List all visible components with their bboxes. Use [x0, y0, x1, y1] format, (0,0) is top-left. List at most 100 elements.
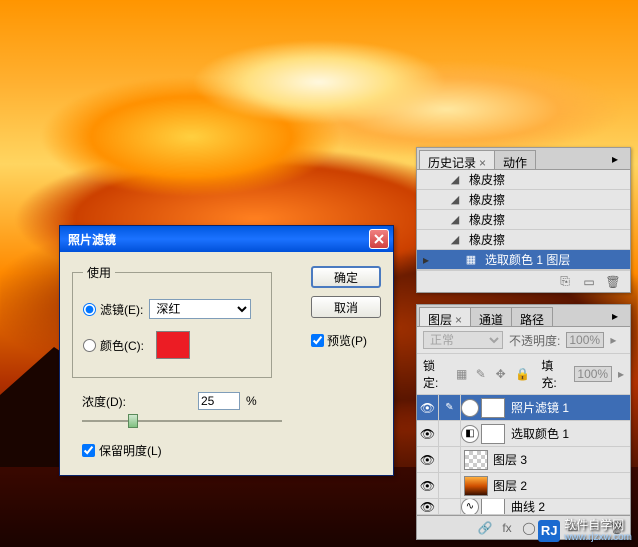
layer-name[interactable]: 照片滤镜 1 — [509, 399, 630, 416]
history-item-label: 选取颜色 1 图层 — [485, 251, 570, 268]
eye-icon: 👁 — [420, 500, 435, 514]
opacity-arrow-icon[interactable]: ▸ — [610, 333, 616, 347]
history-item-label: 橡皮擦 — [469, 171, 505, 188]
density-slider[interactable] — [82, 412, 282, 430]
lock-all-icon[interactable]: 🔒 — [515, 367, 529, 381]
opacity-label: 不透明度: — [509, 332, 560, 349]
visibility-toggle[interactable]: 👁 — [417, 421, 439, 447]
lock-label: 锁定: — [423, 357, 450, 391]
tab-layers[interactable]: 图层× — [419, 307, 471, 326]
lock-position-icon[interactable]: ✥ — [496, 367, 510, 381]
watermark-text: 软件自学网 — [564, 519, 632, 532]
tab-actions[interactable]: 动作 — [494, 150, 536, 169]
cancel-button[interactable]: 取消 — [311, 296, 381, 318]
lock-paint-icon[interactable]: ✎ — [476, 367, 490, 381]
layer-thumb[interactable] — [464, 450, 488, 470]
watermark-url: www.rjzxw.com — [564, 532, 632, 543]
eye-icon: 👁 — [420, 453, 435, 467]
history-item[interactable]: ◢橡皮擦 — [417, 230, 630, 250]
close-button[interactable] — [369, 229, 389, 249]
layer-row[interactable]: 👁 ◧ 选取颜色 1 — [417, 421, 630, 447]
layer-row[interactable]: 👁 ∿ 曲线 2 — [417, 499, 630, 515]
visibility-toggle[interactable]: 👁 — [417, 499, 439, 515]
watermark: RJ 软件自学网 www.rjzxw.com — [538, 519, 632, 543]
brush-icon: ✎ — [445, 402, 453, 413]
fill-arrow-icon[interactable]: ▸ — [618, 367, 624, 381]
color-label: 颜色(C): — [100, 337, 144, 354]
layer-row[interactable]: 👁 ✎ ◐ 照片滤镜 1 — [417, 395, 630, 421]
layer-thumb[interactable] — [464, 476, 488, 496]
color-radio[interactable] — [83, 339, 96, 352]
layer-row[interactable]: 👁 图层 2 — [417, 473, 630, 499]
dialog-title: 照片滤镜 — [68, 231, 369, 248]
layer-name[interactable]: 曲线 2 — [509, 499, 630, 515]
eraser-icon: ◢ — [447, 233, 463, 247]
layer-row[interactable]: 👁 图层 3 — [417, 447, 630, 473]
density-label: 浓度(D): — [82, 393, 126, 410]
watermark-logo: RJ — [538, 520, 560, 542]
layer-name[interactable]: 选取颜色 1 — [509, 425, 630, 442]
close-tab-icon[interactable]: × — [455, 313, 462, 327]
new-document-icon[interactable]: ▭ — [582, 275, 596, 289]
close-icon — [374, 234, 384, 244]
filter-radio[interactable] — [83, 303, 96, 316]
link-layers-icon[interactable]: 🔗 — [478, 521, 492, 535]
layers-panel: 图层× 通道 路径 ▸ 正常 不透明度: 100% ▸ 锁定: ▦ ✎ ✥ 🔒 … — [416, 304, 631, 540]
link-cell[interactable]: ✎ — [439, 395, 461, 421]
panel-menu-icon[interactable]: ▸ — [612, 152, 626, 164]
visibility-toggle[interactable]: 👁 — [417, 395, 439, 421]
trash-icon[interactable]: 🗑 — [606, 275, 620, 289]
fill-label: 填充: — [541, 357, 568, 391]
blend-mode-select[interactable]: 正常 — [423, 331, 503, 349]
history-item[interactable]: ◢ 橡皮擦 — [417, 190, 630, 210]
lock-transparency-icon[interactable]: ▦ — [456, 367, 470, 381]
preserve-luminosity-label: 保留明度(L) — [99, 442, 162, 459]
eraser-icon: ◢ — [447, 193, 463, 207]
layer-mask-thumb[interactable] — [481, 424, 505, 444]
history-item-label: 橡皮擦 — [469, 211, 505, 228]
opacity-input[interactable]: 100% — [566, 332, 604, 348]
visibility-toggle[interactable]: 👁 — [417, 473, 439, 499]
selective-color-icon: ◧ — [461, 425, 479, 443]
history-item[interactable]: ◢ 橡皮擦 — [417, 170, 630, 190]
ok-button[interactable]: 确定 — [311, 266, 381, 288]
preview-label: 预览(P) — [327, 332, 367, 349]
link-cell[interactable] — [439, 499, 461, 515]
preview-checkbox[interactable] — [311, 334, 324, 347]
color-swatch[interactable] — [156, 331, 190, 359]
tab-paths[interactable]: 路径 — [511, 307, 553, 326]
link-cell[interactable] — [439, 421, 461, 447]
add-mask-icon[interactable]: ◯ — [522, 521, 536, 535]
panel-menu-icon[interactable]: ▸ — [612, 309, 626, 321]
history-item[interactable]: ▸▦选取颜色 1 图层 — [417, 250, 630, 270]
layer-mask-thumb[interactable] — [481, 499, 505, 515]
layer-style-icon[interactable]: fx — [500, 521, 514, 535]
eraser-icon: ◢ — [447, 173, 463, 187]
close-tab-icon[interactable]: × — [479, 156, 486, 170]
history-list: ◢橡皮擦 ◢橡皮擦 ◢橡皮擦 ◢橡皮擦 ▸▦选取颜色 1 图层 — [417, 170, 630, 270]
layer-name[interactable]: 图层 3 — [491, 451, 630, 468]
photo-filter-dialog: 照片滤镜 使用 滤镜(E): 深红 颜色(C): 浓度(D): — [59, 225, 394, 476]
visibility-toggle[interactable]: 👁 — [417, 447, 439, 473]
use-legend: 使用 — [83, 264, 115, 281]
dialog-titlebar[interactable]: 照片滤镜 — [60, 226, 393, 252]
eraser-icon: ◢ — [447, 213, 463, 227]
photo-filter-icon: ◐ — [461, 399, 479, 417]
history-item-label: 橡皮擦 — [469, 191, 505, 208]
preserve-luminosity-checkbox[interactable] — [82, 444, 95, 457]
link-cell[interactable] — [439, 447, 461, 473]
slider-thumb[interactable] — [128, 414, 138, 428]
layer-mask-thumb[interactable] — [481, 398, 505, 418]
slider-track — [82, 420, 282, 422]
eye-icon: 👁 — [420, 401, 435, 415]
link-cell[interactable] — [439, 473, 461, 499]
tab-history[interactable]: 历史记录× — [419, 150, 495, 169]
adjustment-icon: ▦ — [463, 253, 479, 267]
tab-channels[interactable]: 通道 — [470, 307, 512, 326]
density-input[interactable] — [198, 392, 240, 410]
new-snapshot-icon[interactable]: ⎘ — [558, 275, 572, 289]
filter-select[interactable]: 深红 — [149, 299, 251, 319]
fill-input[interactable]: 100% — [574, 366, 612, 382]
history-item[interactable]: ◢ 橡皮擦 — [417, 210, 630, 230]
layer-name[interactable]: 图层 2 — [491, 477, 630, 494]
